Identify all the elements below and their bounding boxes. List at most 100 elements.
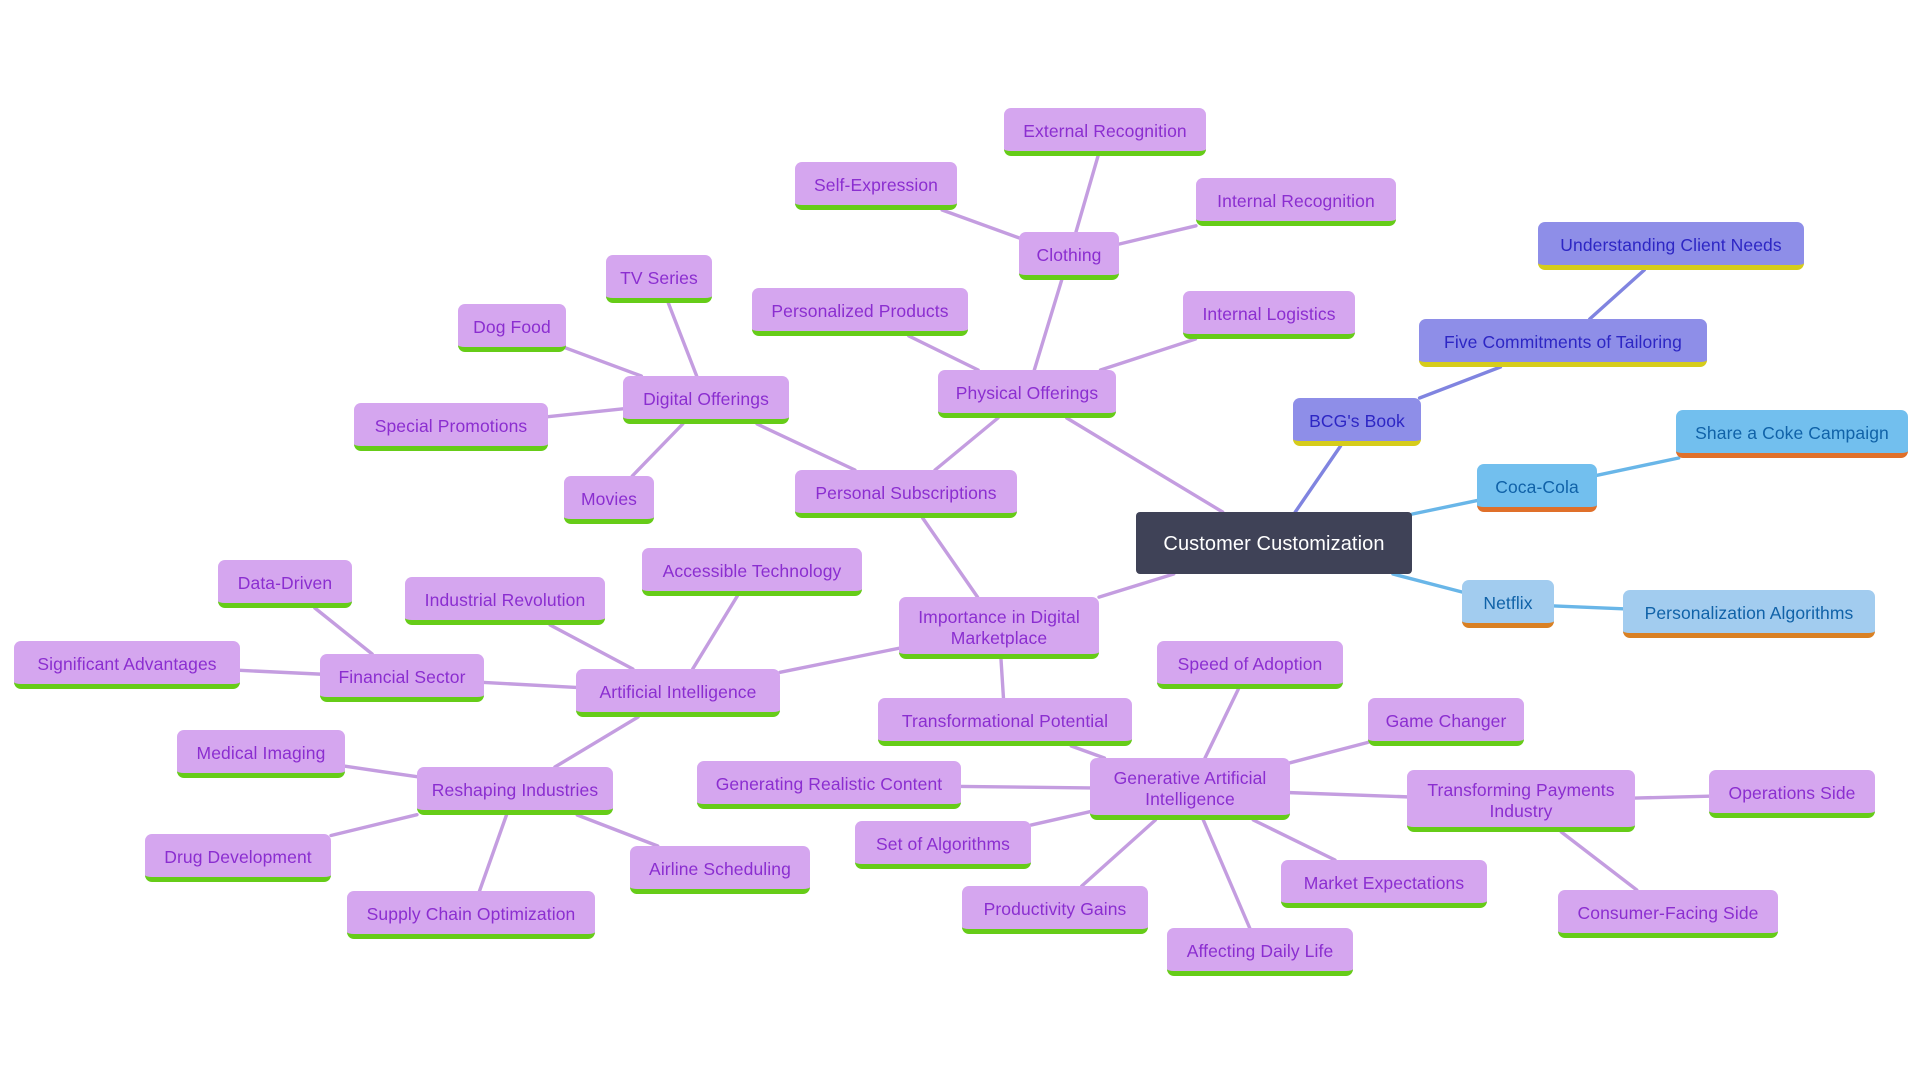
mindmap-edge-clothing-to-external_recog: [1074, 154, 1100, 234]
mindmap-edge-gen_ai-to-set_algorithms: [1029, 809, 1092, 827]
mindmap-edge-gen_ai-to-market_exp: [1251, 818, 1337, 862]
node-label: Personalization Algorithms: [1644, 603, 1854, 624]
mindmap-node-physical_off[interactable]: Physical Offerings: [938, 370, 1116, 418]
mindmap-edge-clothing-to-internal_recog: [1117, 224, 1198, 246]
node-label: Customer Customization: [1163, 533, 1385, 556]
mindmap-node-clothing[interactable]: Clothing: [1019, 232, 1119, 280]
mindmap-node-drug_dev[interactable]: Drug Development: [145, 834, 331, 882]
mindmap-node-accessible[interactable]: Accessible Technology: [642, 548, 862, 596]
mindmap-node-productivity[interactable]: Productivity Gains: [962, 886, 1148, 934]
mindmap-node-bcg_book[interactable]: BCG's Book: [1293, 398, 1421, 446]
mindmap-node-speed_adopt[interactable]: Speed of Adoption: [1157, 641, 1343, 689]
mindmap-edge-reshaping-to-medical: [343, 764, 419, 779]
mindmap-node-gen_ai[interactable]: Generative Artificial Intelligence: [1090, 758, 1290, 820]
mindmap-node-financial[interactable]: Financial Sector: [320, 654, 484, 702]
node-label: Digital Offerings: [643, 389, 769, 410]
node-label: Internal Logistics: [1202, 304, 1336, 325]
mindmap-node-gen_realistic[interactable]: Generating Realistic Content: [697, 761, 961, 809]
mindmap-node-personalized[interactable]: Personalized Products: [752, 288, 968, 336]
node-label: Reshaping Industries: [431, 780, 599, 801]
mindmap-node-consumer_side[interactable]: Consumer-Facing Side: [1558, 890, 1778, 938]
mindmap-edge-reshaping-to-supply_chain: [477, 813, 509, 893]
mindmap-edge-ai-to-financial: [482, 680, 578, 690]
mindmap-edge-gen_ai-to-productivity: [1080, 818, 1158, 888]
mindmap-node-digital_off[interactable]: Digital Offerings: [623, 376, 789, 424]
node-label: Five Commitments of Tailoring: [1444, 332, 1682, 353]
mindmap-edge-five_commit-to-understanding: [1588, 268, 1646, 321]
mindmap-edge-reshaping-to-drug_dev: [329, 813, 419, 838]
mindmap-root-node[interactable]: Customer Customization: [1136, 512, 1412, 574]
mindmap-node-understanding[interactable]: Understanding Client Needs: [1538, 222, 1804, 270]
mindmap-node-coca_cola[interactable]: Coca-Cola: [1477, 464, 1597, 512]
mindmap-node-supply_chain[interactable]: Supply Chain Optimization: [347, 891, 595, 939]
node-label: Personalized Products: [771, 301, 949, 322]
mindmap-node-movies[interactable]: Movies: [564, 476, 654, 524]
node-label: Dog Food: [473, 317, 551, 338]
mindmap-node-medical[interactable]: Medical Imaging: [177, 730, 345, 778]
mindmap-edge-root-to-bcg_book: [1293, 444, 1343, 514]
mindmap-edge-clothing-to-self_expression: [940, 208, 1021, 240]
mindmap-node-external_recog[interactable]: External Recognition: [1004, 108, 1206, 156]
mindmap-edge-digital_off-to-movies: [630, 422, 685, 478]
mindmap-edge-transf_pay-to-operations: [1633, 794, 1711, 800]
mindmap-edge-physical_off-to-personal_subs: [933, 416, 1000, 472]
node-label: Set of Algorithms: [876, 834, 1010, 855]
mindmap-edge-ai-to-industrial: [548, 623, 635, 671]
mindmap-edge-root-to-importance: [1097, 572, 1176, 599]
node-label: Movies: [580, 489, 638, 510]
node-label: Physical Offerings: [955, 383, 1099, 404]
node-label: Financial Sector: [338, 667, 466, 688]
mindmap-node-transformational[interactable]: Transformational Potential: [878, 698, 1132, 746]
mindmap-node-share_coke[interactable]: Share a Coke Campaign: [1676, 410, 1908, 458]
mindmap-edge-digital_off-to-tv_series: [666, 301, 699, 378]
mindmap-node-operations[interactable]: Operations Side: [1709, 770, 1875, 818]
mindmap-node-importance[interactable]: Importance in Digital Marketplace: [899, 597, 1099, 659]
mindmap-node-industrial[interactable]: Industrial Revolution: [405, 577, 605, 625]
node-label: Importance in Digital Marketplace: [918, 606, 1080, 648]
mindmap-edge-coca_cola-to-share_coke: [1595, 456, 1681, 477]
mindmap-node-ai[interactable]: Artificial Intelligence: [576, 669, 780, 717]
node-label: Share a Coke Campaign: [1695, 423, 1889, 444]
mindmap-node-special_promo[interactable]: Special Promotions: [354, 403, 548, 451]
mindmap-node-self_expression[interactable]: Self-Expression: [795, 162, 957, 210]
mindmap-edge-gen_ai-to-transf_pay: [1288, 790, 1409, 799]
mindmap-edge-gen_ai-to-transformational: [1069, 744, 1107, 760]
mindmap-node-personalization[interactable]: Personalization Algorithms: [1623, 590, 1875, 638]
node-label: Significant Advantages: [37, 654, 217, 675]
mindmap-node-transf_pay[interactable]: Transforming Payments Industry: [1407, 770, 1635, 832]
mindmap-edge-reshaping-to-airline: [575, 813, 660, 848]
mindmap-node-reshaping[interactable]: Reshaping Industries: [417, 767, 613, 815]
mindmap-node-game_changer[interactable]: Game Changer: [1368, 698, 1524, 746]
mindmap-node-netflix[interactable]: Netflix: [1462, 580, 1554, 628]
mindmap-edge-financial-to-significant: [238, 668, 322, 676]
mindmap-node-dog_food[interactable]: Dog Food: [458, 304, 566, 352]
node-label: Generating Realistic Content: [715, 774, 943, 795]
mindmap-node-set_algorithms[interactable]: Set of Algorithms: [855, 821, 1031, 869]
mindmap-edge-importance-to-ai: [778, 646, 901, 675]
mindmap-node-internal_recog[interactable]: Internal Recognition: [1196, 178, 1396, 226]
mindmap-node-airline[interactable]: Airline Scheduling: [630, 846, 810, 894]
mindmap-node-internal_log[interactable]: Internal Logistics: [1183, 291, 1355, 339]
node-label: Self-Expression: [813, 175, 939, 196]
node-label: Data-Driven: [237, 573, 333, 594]
node-label: Accessible Technology: [662, 561, 842, 582]
mindmap-node-tv_series[interactable]: TV Series: [606, 255, 712, 303]
node-label: Productivity Gains: [983, 899, 1127, 920]
mindmap-edge-transf_pay-to-consumer_side: [1559, 830, 1639, 892]
mindmap-node-affecting[interactable]: Affecting Daily Life: [1167, 928, 1353, 976]
mindmap-node-five_commit[interactable]: Five Commitments of Tailoring: [1419, 319, 1707, 367]
mindmap-edge-bcg_book-to-five_commit: [1417, 365, 1503, 400]
mindmap-edge-gen_ai-to-speed_adopt: [1203, 687, 1241, 760]
node-label: Supply Chain Optimization: [366, 904, 576, 925]
mindmap-edge-gen_ai-to-gen_realistic: [959, 784, 1092, 790]
node-label: Internal Recognition: [1217, 191, 1375, 212]
mindmap-edge-physical_off-to-personalized: [907, 334, 980, 372]
mindmap-node-data_driven[interactable]: Data-Driven: [218, 560, 352, 608]
mindmap-node-market_exp[interactable]: Market Expectations: [1281, 860, 1487, 908]
mindmap-edge-ai-to-reshaping: [553, 715, 640, 769]
mindmap-node-personal_subs[interactable]: Personal Subscriptions: [795, 470, 1017, 518]
mindmap-edge-importance-to-transformational: [999, 657, 1006, 700]
mindmap-node-significant[interactable]: Significant Advantages: [14, 641, 240, 689]
node-label: Transformational Potential: [901, 711, 1109, 732]
node-label: Special Promotions: [374, 416, 528, 437]
